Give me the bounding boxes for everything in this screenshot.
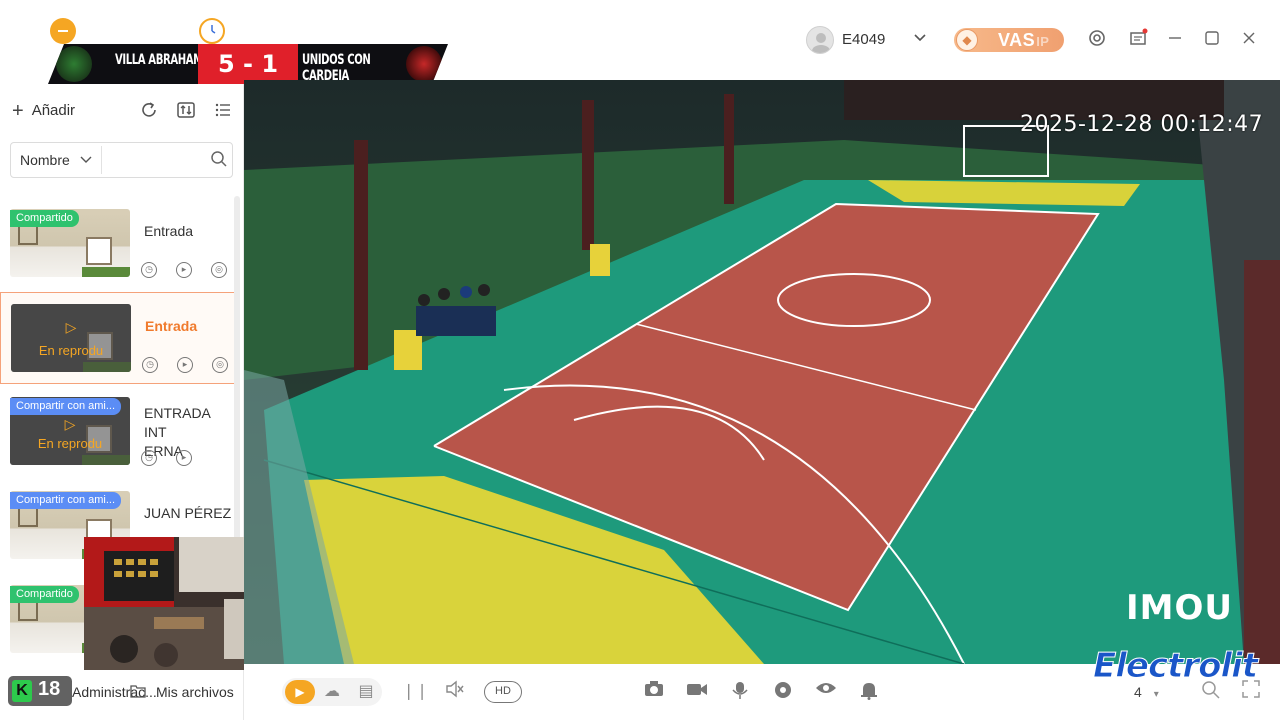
user-name[interactable]: E4049 (842, 31, 885, 48)
playback-icon[interactable]: ◷ (141, 450, 157, 466)
shared-badge: Compartido (10, 586, 79, 603)
picture-in-picture-overlay (84, 537, 262, 670)
hd-quality-button[interactable]: HD (484, 681, 522, 703)
cloud-icon[interactable]: ☁ (322, 680, 342, 704)
messages-icon[interactable] (1126, 28, 1150, 52)
refresh-icon[interactable] (138, 100, 160, 122)
ptz-control-icon[interactable] (772, 680, 794, 704)
sort-order-icon[interactable] (175, 100, 197, 122)
list-view-icon[interactable] (212, 100, 234, 122)
sidebar-scrollbar[interactable] (234, 196, 240, 556)
play-icon: ▷ (65, 319, 77, 335)
plus-icon: + (12, 100, 24, 122)
live-play-button[interactable]: ▶ (285, 680, 315, 704)
search-icon[interactable] (210, 150, 230, 170)
clock-icon[interactable] (199, 18, 225, 44)
maximize-icon[interactable] (1200, 28, 1224, 52)
camera-list-item[interactable]: Compartido Entrada ◷ ▸ ◎ (0, 198, 236, 290)
microphone-icon[interactable] (729, 680, 751, 704)
home-badge-icon[interactable] (50, 18, 76, 44)
diamond-icon: ◆ (956, 29, 978, 51)
pause-icon[interactable]: ❘❘ (402, 680, 429, 704)
shared-with-friends-badge: Compartir con ami... (10, 492, 122, 509)
play-icon[interactable]: ▸ (176, 262, 192, 278)
channel-number: 18 (38, 678, 61, 700)
settings-icon[interactable]: ◎ (211, 262, 227, 278)
add-device-button[interactable]: + Añadir (12, 100, 75, 123)
camera-name: Entrada (145, 318, 198, 334)
shared-with-friends-badge: Compartir con ami... (10, 398, 122, 415)
user-avatar[interactable] (806, 26, 834, 54)
playback-icon[interactable]: ◷ (141, 262, 157, 278)
scoreboard-overlay: VILLA ABRAHAM 5 - 1 UNIDOS CON CARDEJA (48, 44, 448, 84)
my-files-link[interactable]: Mis archivos (156, 684, 234, 700)
camera-thumbnail (11, 304, 131, 372)
play-icon[interactable]: ▸ (176, 450, 192, 466)
settings-icon[interactable]: ◎ (212, 357, 228, 373)
divider (101, 146, 102, 174)
camera-name: JUAN PÉREZ (144, 505, 232, 521)
shared-badge: Compartido (10, 210, 79, 227)
minimize-icon[interactable] (1163, 28, 1187, 52)
play-icon[interactable]: ▸ (177, 357, 193, 373)
vas-label: VASIP (998, 30, 1050, 50)
home-team-logo (56, 46, 92, 82)
grid-layout-select[interactable]: 4 ▾ (1134, 684, 1159, 700)
electrolit-sponsor-logo: Electrolit (1092, 646, 1258, 687)
camera-list-item-active[interactable]: ▷ En reprodu Entrada ◷ ▸ ◎ (0, 292, 236, 384)
privacy-eye-icon[interactable] (815, 680, 837, 704)
chevron-down-icon[interactable] (912, 30, 928, 49)
play-icon: ▷ (64, 416, 76, 432)
video-timestamp: 2025-12-28 00:12:47 (1020, 112, 1264, 137)
chevron-down-icon: ▾ (1153, 689, 1159, 700)
channel-letter: K (12, 680, 32, 702)
camera-list-item[interactable]: Compartir con ami... ▷ En reprodu ENTRAD… (0, 386, 236, 478)
playing-status: En reprodu (37, 436, 103, 451)
imou-watermark: IMOU (1126, 588, 1233, 628)
search-input[interactable] (106, 148, 206, 172)
snapshot-icon[interactable] (643, 680, 665, 704)
live-video-view[interactable] (244, 80, 1280, 664)
folder-icon (130, 684, 146, 701)
sd-card-icon[interactable]: ▤ (356, 680, 376, 704)
sort-select[interactable]: Nombre (20, 152, 92, 168)
close-icon[interactable] (1237, 28, 1261, 52)
record-icon[interactable] (686, 680, 708, 704)
score-display: 5 - 1 (198, 44, 298, 84)
home-team-name: VILLA ABRAHAM (115, 52, 203, 68)
alarm-bell-icon[interactable] (858, 680, 880, 704)
settings-icon[interactable] (1085, 28, 1109, 52)
camera-name: Entrada (144, 223, 194, 239)
playing-status: En reprodu (38, 343, 104, 358)
chevron-down-icon (80, 152, 92, 168)
playback-icon[interactable]: ◷ (142, 357, 158, 373)
mute-icon[interactable] (444, 680, 466, 704)
